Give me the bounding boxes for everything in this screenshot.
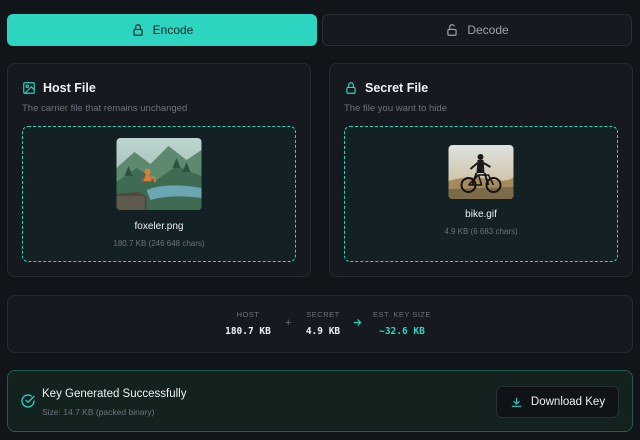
host-file-subtitle: The carrier file that remains unchanged [22,103,188,114]
result-title: Key Generated Successfully [42,388,187,400]
plus-sign: + [285,317,292,329]
host-size-stat: HOST 180.7 KB [218,310,278,337]
download-key-button[interactable]: Download Key [496,386,619,418]
host-file-name: foxeler.png [134,221,184,232]
secret-size-stat: SECRET 4.9 KB [293,310,353,337]
size-summary-bar: HOST 180.7 KB + SECRET 4.9 KB EST. KEY S… [7,295,633,353]
secret-size-value: 4.9 KB [305,326,341,337]
key-size-stat: EST. KEY SIZE ~32.6 KB [366,310,438,337]
secret-size-label: SECRET [306,310,340,319]
key-size-value: ~32.6 KB [379,326,425,337]
result-subtitle: Size: 14.7 KB (packed binary) [42,407,155,417]
host-file-meta: 180.7 KB (246 648 chars) [113,239,205,248]
unlock-icon [447,24,457,36]
download-key-label: Download Key [530,396,606,408]
secret-file-panel: Secret File The file you want to hide bi… [329,63,633,277]
secret-file-thumbnail [448,145,514,199]
secret-file-title: Secret File [344,81,428,95]
secret-file-subtitle: The file you want to hide [344,103,447,114]
lock-icon [346,82,356,94]
key-generated-banner: Key Generated Successfully Size: 14.7 KB… [7,370,633,432]
host-file-panel: Host File The carrier file that remains … [7,63,311,277]
host-file-thumbnail [116,138,202,210]
host-size-value: 180.7 KB [225,326,271,337]
download-icon [511,397,522,407]
tab-encode[interactable]: Encode [7,14,317,46]
secret-file-meta: 4.9 KB (6 683 chars) [444,227,518,236]
lock-icon [132,24,143,36]
host-size-label: HOST [236,310,260,319]
host-file-dropzone[interactable]: foxeler.png 180.7 KB (246 648 chars) [22,126,296,262]
secret-file-dropzone[interactable]: bike.gif 4.9 KB (6 683 chars) [344,126,618,262]
key-size-label: EST. KEY SIZE [372,310,432,319]
tab-encode-label: Encode [152,23,194,37]
tab-decode[interactable]: Decode [322,14,632,46]
image-icon [23,82,35,94]
tab-decode-label: Decode [467,23,509,37]
host-file-title: Host File [22,81,96,95]
arrow-right-icon [352,317,363,331]
check-circle-icon [21,394,35,408]
secret-file-name: bike.gif [465,209,497,220]
